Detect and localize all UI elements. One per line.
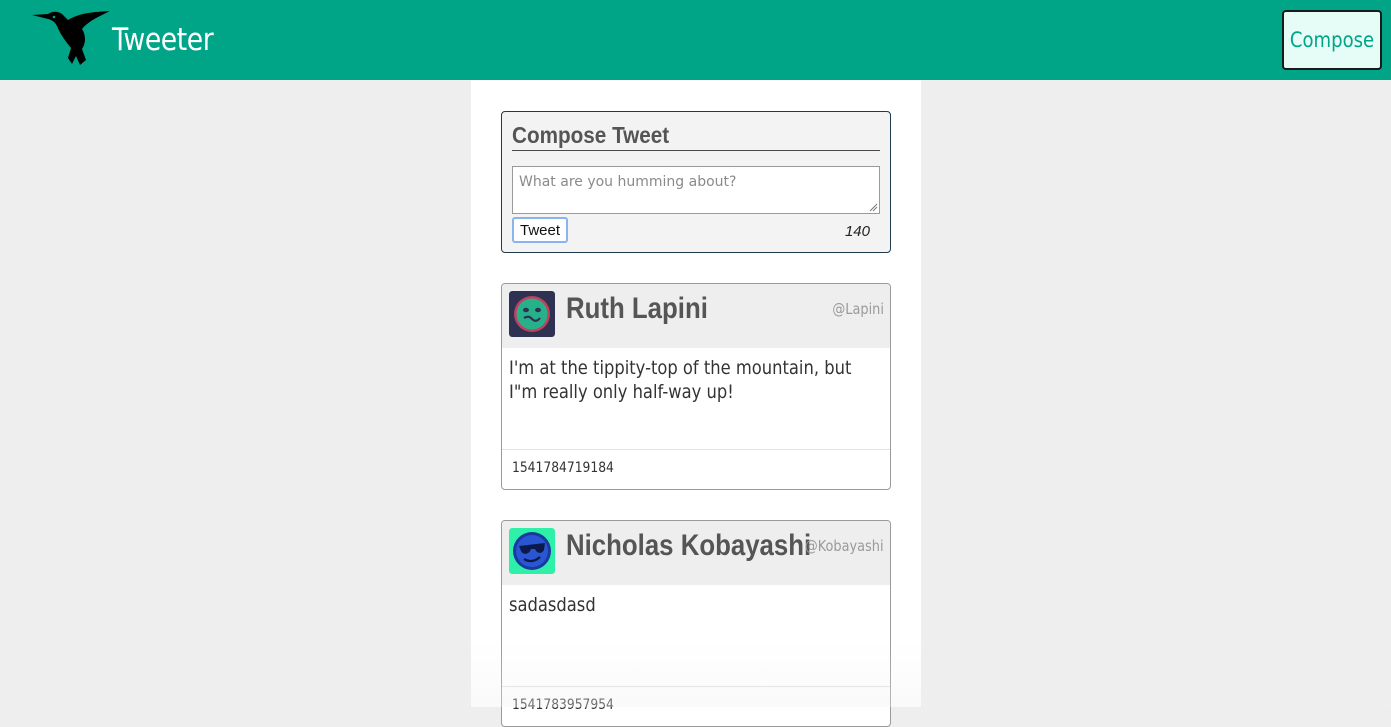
main-column: Compose Tweet Tweet 140 Ruth Lapini @Lap… — [471, 80, 921, 727]
top-navbar: Tweeter Compose — [0, 0, 1391, 80]
tweet-author-name: Nicholas Kobayashi — [566, 529, 812, 562]
tweet-timestamp: 1541783957954 — [512, 697, 614, 713]
smiley-avatar-icon — [509, 291, 555, 337]
character-counter: 140 — [844, 223, 870, 240]
brand-title[interactable]: Tweeter — [112, 20, 214, 60]
tweet-timestamp: 1541784719184 — [512, 460, 614, 476]
sunglasses-avatar-icon — [509, 528, 555, 574]
compose-button[interactable]: Compose — [1282, 10, 1382, 70]
tweet-textarea[interactable] — [512, 166, 880, 214]
tweet-header: Ruth Lapini @Lapini — [502, 284, 890, 348]
tweet-author-name: Ruth Lapini — [566, 292, 708, 325]
compose-title-text: Compose Tweet — [512, 122, 670, 148]
tweet-footer: 1541784719184 — [502, 449, 890, 489]
tweet-header: Nicholas Kobayashi @Kobayashi — [502, 521, 890, 585]
tweet-author-handle[interactable]: @Kobayashi — [805, 537, 884, 555]
compose-button-label: Compose — [1289, 28, 1375, 52]
tweet-author-handle[interactable]: @Lapini — [832, 300, 884, 318]
tweet-submit-button[interactable]: Tweet — [512, 217, 568, 243]
tweet-card: Nicholas Kobayashi @Kobayashi sadasdasd … — [501, 520, 891, 727]
tweet-text: I'm at the tippity-top of the mountain, … — [509, 357, 852, 403]
compose-tweet-form: Compose Tweet Tweet 140 — [501, 111, 891, 253]
tweet-body: sadasdasd — [509, 593, 879, 617]
compose-title: Compose Tweet — [512, 122, 880, 151]
hummingbird-icon — [32, 11, 110, 65]
tweet-body: I'm at the tippity-top of the mountain, … — [509, 356, 879, 404]
tweet-text: sadasdasd — [509, 594, 596, 616]
tweet-card: Ruth Lapini @Lapini I'm at the tippity-t… — [501, 283, 891, 490]
